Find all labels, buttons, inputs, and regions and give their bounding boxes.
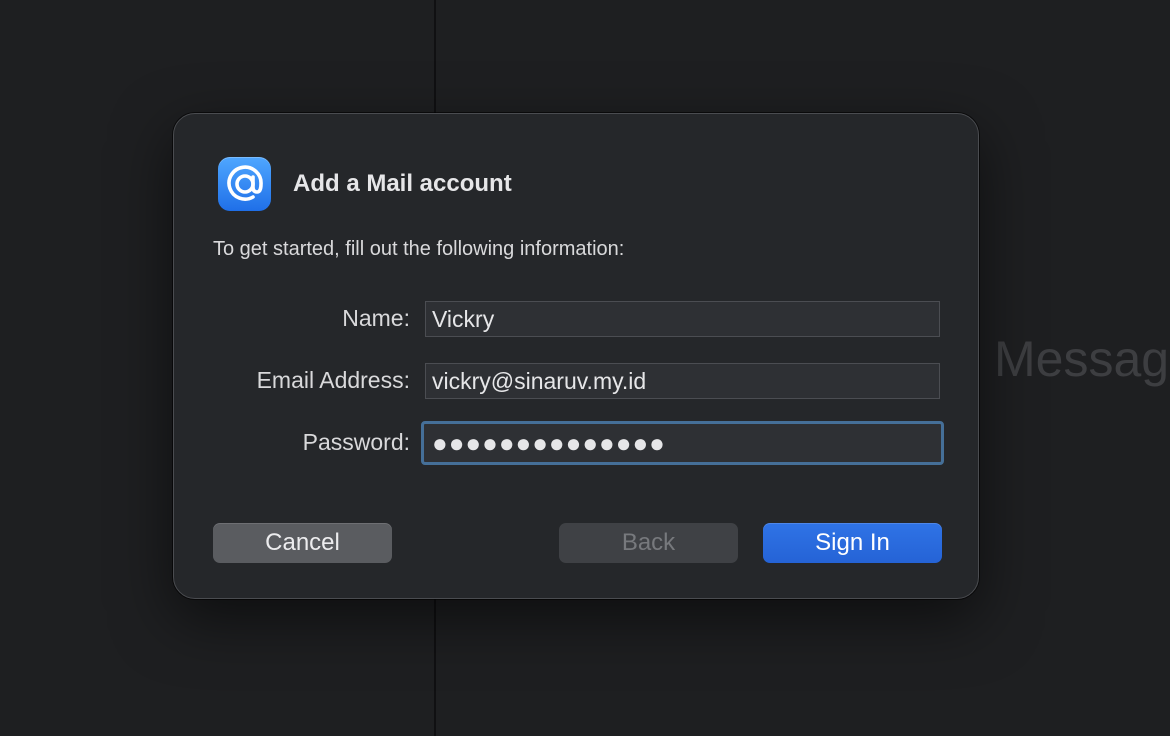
cancel-button[interactable]: Cancel bbox=[213, 523, 392, 563]
password-field[interactable]: ●●●●●●●●●●●●●● bbox=[421, 421, 944, 465]
sign-in-button[interactable]: Sign In bbox=[763, 523, 942, 563]
dialog-subtitle: To get started, fill out the following i… bbox=[213, 238, 625, 260]
background-message-placeholder: Messag bbox=[994, 331, 1170, 387]
name-label: Name: bbox=[342, 305, 410, 331]
password-label: Password: bbox=[302, 429, 410, 455]
back-button[interactable]: Back bbox=[559, 523, 738, 563]
add-mail-account-dialog: Add a Mail account To get started, fill … bbox=[173, 113, 979, 599]
email-label: Email Address: bbox=[256, 367, 410, 393]
email-field[interactable]: vickry@sinaruv.my.id bbox=[425, 363, 940, 399]
name-field[interactable]: Vickry bbox=[425, 301, 940, 337]
at-sign-icon bbox=[218, 157, 271, 211]
dialog-title: Add a Mail account bbox=[293, 170, 512, 197]
